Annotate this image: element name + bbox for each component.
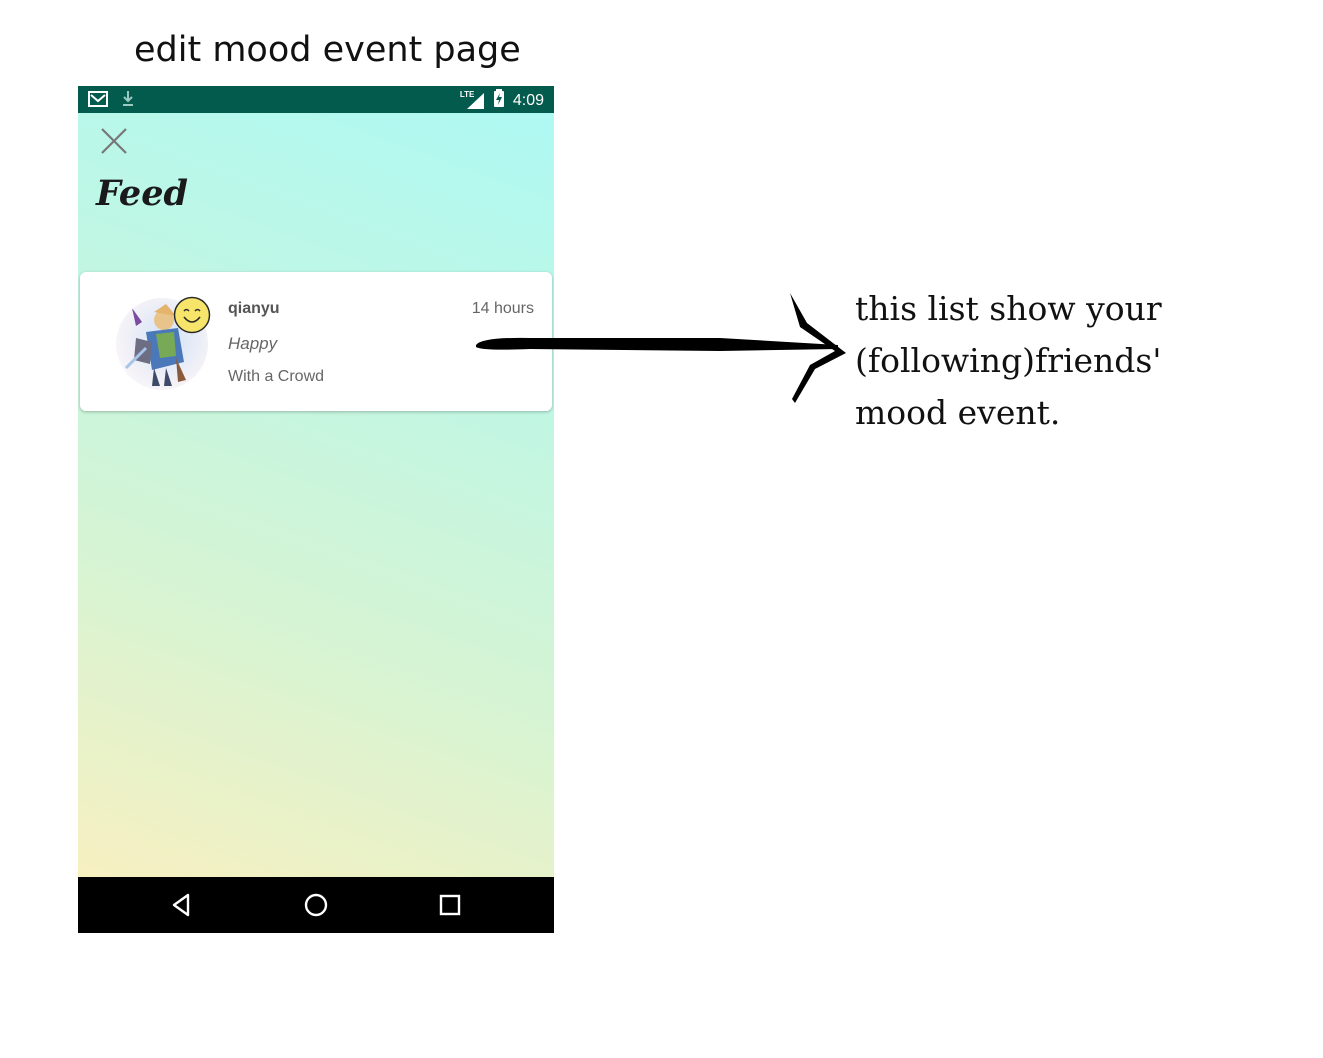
back-icon [172,893,190,917]
close-button[interactable] [98,125,130,157]
gmail-icon [88,91,108,112]
annotation-line: (following)friends' [855,341,1162,380]
page-heading: edit mood event page [134,30,521,70]
annotation-line: mood event. [855,393,1061,432]
home-icon [304,893,328,917]
back-button[interactable] [168,891,196,919]
smiley-icon [173,296,211,334]
recents-icon [439,894,461,916]
status-bar: LTE 4:09 [78,86,554,113]
lte-signal-icon: LTE [459,89,485,110]
username: qianyu [228,300,280,317]
social-situation: With a Crowd [228,368,325,385]
annotation-line: this list show your [855,289,1162,328]
battery-charging-icon [493,89,505,112]
download-icon [122,90,134,113]
page-title: Feed [96,173,188,214]
phone-screen: LTE 4:09 Feed qianyu 14 hours Happy With… [78,86,554,933]
annotation-arrow [476,293,846,403]
close-icon [101,128,127,154]
network-label: LTE [459,89,475,99]
feed-screen: Feed qianyu 14 hours Happy With a Crowd [78,113,554,877]
home-button[interactable] [302,891,330,919]
mood-label: Happy [228,334,278,353]
annotation-text: this list show your (following)friends' … [855,283,1295,439]
status-time: 4:09 [512,91,544,109]
recents-button[interactable] [436,891,464,919]
navigation-bar [78,877,554,933]
